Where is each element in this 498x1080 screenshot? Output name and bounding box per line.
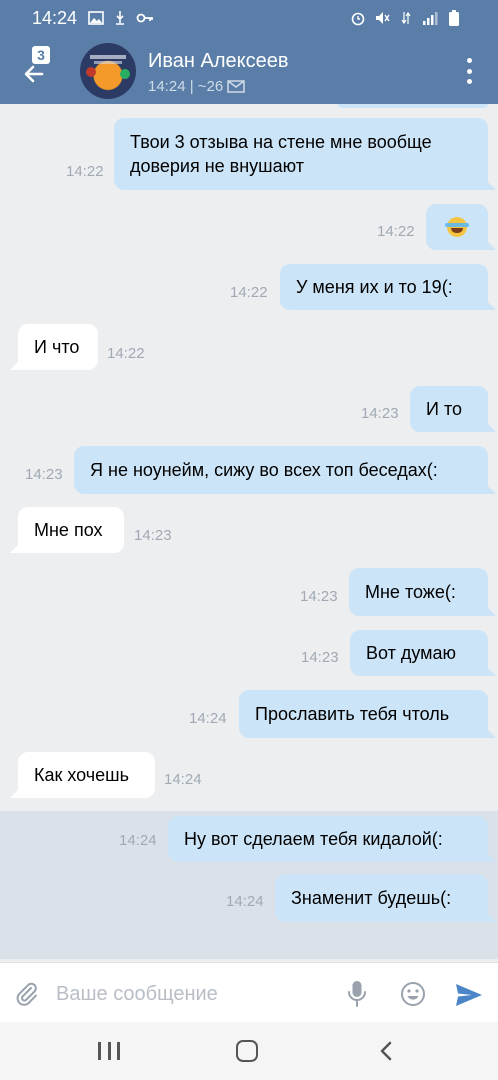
message-time: 14:24 [189,710,227,727]
message-time: 14:22 [377,223,415,240]
outgoing-message[interactable] [426,204,496,250]
paperclip-icon[interactable] [14,981,40,1007]
usb-icon [112,10,128,26]
crying-laughing-emoji-icon [445,217,469,237]
message-text: И то [426,399,462,419]
message-list[interactable]: Твои 3 отзыва на стене мне вообще довери… [0,104,498,962]
message-time: 14:23 [25,466,63,483]
message-text: И что [34,337,80,357]
message-text: Мне пох [34,520,103,540]
status-bar: 14:24 [0,0,498,38]
last-seen-text: 14:24 | ~26 [148,78,224,95]
message-time: 14:24 [119,832,157,849]
arrow-left-icon [24,65,44,83]
gallery-icon [88,10,104,26]
signal-icon [422,10,438,26]
incoming-message[interactable]: Как хочешь [10,752,155,798]
chat-header: 3 Иван Алексеев 14:24 | ~26 [0,38,498,104]
message-text: Как хочешь [34,765,129,785]
message-time: 14:23 [134,527,172,544]
outgoing-message[interactable]: Вот думаю [350,630,496,676]
dot [466,58,472,63]
outgoing-message[interactable]: У меня их и то 19(: [280,264,496,310]
recent-apps-button[interactable] [98,1042,120,1060]
message-text: Я не ноунейм, сижу во всех топ беседах(: [90,460,438,480]
message-time: 14:23 [300,588,338,605]
message-composer [0,962,498,1022]
data-icon [398,10,414,26]
microphone-icon[interactable] [346,980,368,1008]
bar [98,1042,101,1060]
message-time: 14:22 [107,345,145,362]
message-text: Знаменит будешь(: [291,888,452,908]
bar [107,1042,111,1060]
outgoing-message[interactable]: Мне тоже(: [349,568,496,616]
back-button[interactable]: 3 [18,46,58,94]
smile-icon[interactable] [400,981,426,1007]
message-time: 14:23 [301,649,339,666]
message-text: Прославить тебя чтоль [255,704,450,724]
dot [466,79,472,84]
dot [466,68,472,74]
outgoing-message[interactable]: Я не ноунейм, сижу во всех топ беседах(: [74,446,496,494]
more-options-button[interactable] [466,58,472,84]
message-text: Мне тоже(: [365,582,456,602]
bar [117,1042,120,1060]
system-back-icon[interactable] [376,1040,398,1062]
alarm-icon [350,10,366,26]
message-time: 14:24 [226,893,264,910]
home-button[interactable] [236,1040,258,1062]
battery-icon [446,10,462,26]
mute-icon [374,10,390,26]
outgoing-message[interactable]: Твои 3 отзыва на стене мне вообще довери… [114,118,496,190]
previous-message-fragment [338,104,488,108]
message-time: 14:23 [361,405,399,422]
key-icon [136,10,153,26]
status-time: 14:24 [32,8,78,28]
message-text: Вот думаю [366,643,457,663]
message-input[interactable] [56,977,326,1011]
contact-status: 14:24 | ~26 [148,78,245,95]
incoming-message[interactable]: Мне пох [10,507,124,553]
message-text: У меня их и то 19(: [296,277,453,297]
message-time: 14:22 [66,163,104,180]
message-time: 14:22 [230,284,268,301]
outgoing-message[interactable]: И то [410,386,496,432]
send-icon[interactable] [454,982,484,1008]
outgoing-message[interactable]: Ну вот сделаем тебя кидалой(: [168,816,496,862]
outgoing-message[interactable]: Прославить тебя чтоль [239,690,496,738]
incoming-message[interactable]: И что [10,324,98,370]
message-text: Ну вот сделаем тебя кидалой(: [184,829,443,849]
message-time: 14:24 [164,771,202,788]
contact-name[interactable]: Иван Алексеев [148,50,288,73]
outgoing-message[interactable]: Знаменит будешь(: [275,874,496,922]
mail-icon [227,80,245,93]
avatar[interactable] [80,43,136,99]
message-text: Твои 3 отзыва на стене мне вообще довери… [130,132,432,176]
system-navigation-bar [0,1022,498,1080]
